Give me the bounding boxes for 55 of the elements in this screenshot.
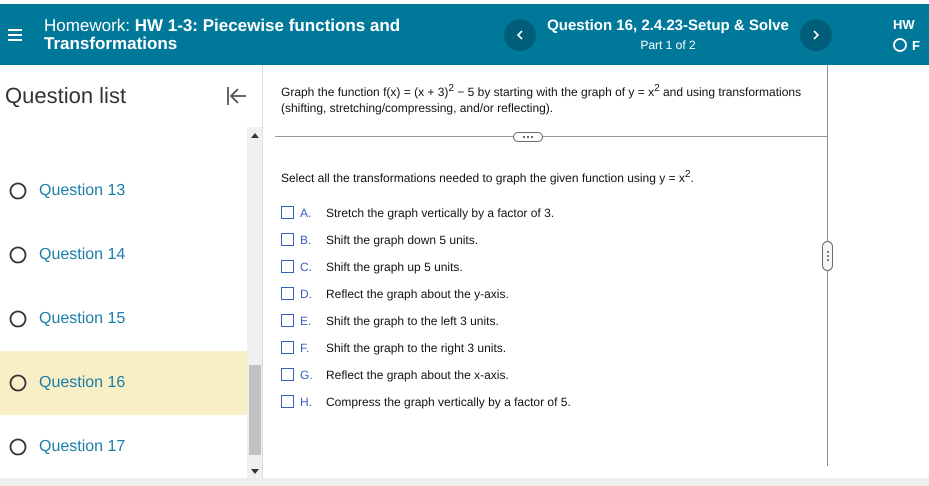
answer-checkbox[interactable]: [281, 395, 294, 408]
question-list-item[interactable]: Question 14: [0, 223, 247, 287]
option-letter: G.: [300, 368, 314, 382]
answer-checkbox[interactable]: [281, 206, 294, 219]
answer-checkbox[interactable]: [281, 341, 294, 354]
instruction-text: Select all the transformations needed to graph the given function using y = x$^{2}$.: [281, 169, 695, 185]
status-label: F: [912, 38, 920, 52]
answer-checkbox[interactable]: [281, 260, 294, 273]
question-list-item[interactable]: Question 13: [0, 159, 247, 223]
option-letter: F.: [300, 340, 310, 354]
radio-circle-icon: [9, 310, 27, 328]
option-text: Reflect the graph about the x-axis.: [326, 368, 509, 382]
question-list-title: Question list: [5, 83, 126, 109]
collapse-panel-icon[interactable]: [226, 86, 248, 106]
option-letter: C.: [300, 260, 313, 274]
question-list-item[interactable]: Question 17: [0, 415, 247, 479]
radio-circle-icon: [9, 374, 27, 392]
expand-button[interactable]: [513, 132, 543, 142]
answer-checkbox[interactable]: [281, 368, 294, 381]
ellipsis-icon: [521, 135, 535, 139]
scrollbar[interactable]: [247, 127, 262, 478]
question-list-item[interactable]: Question 16: [0, 351, 247, 415]
resize-handle[interactable]: [822, 241, 833, 271]
option-text: Shift the graph up 5 units.: [326, 260, 463, 274]
option-letter: A.: [300, 206, 312, 220]
chevron-right-icon: [812, 30, 820, 40]
option-letter: B.: [300, 232, 312, 246]
radio-circle-icon: [9, 438, 27, 456]
vertical-ellipsis-icon: [826, 249, 830, 263]
scroll-down-icon[interactable]: [250, 469, 258, 474]
score-title: HW: [893, 16, 916, 32]
question-list-item[interactable]: Question 15: [0, 287, 247, 351]
option-text: Shift the graph to the right 3 units.: [326, 340, 506, 354]
option-letter: H.: [300, 394, 313, 408]
status-circle-icon: [893, 38, 907, 52]
answer-checkbox[interactable]: [281, 233, 294, 246]
option-text: Reflect the graph about the y-axis.: [326, 286, 509, 300]
homework-title: Homework: HW 1-3: Piecewise functions and Transformations: [44, 16, 402, 52]
part-label: Part 1 of 2: [639, 38, 697, 52]
menu-icon[interactable]: [8, 28, 22, 42]
option-text: Compress the graph vertically by a factor of 5.: [326, 394, 571, 408]
answer-checkbox[interactable]: [281, 287, 294, 300]
option-letter: E.: [300, 314, 312, 328]
option-letter: D.: [300, 286, 313, 300]
question-prompt: Graph the function f(x) = (x + 3)$^{2}$ − 5 by starting with the graph of y = x$^{2}$ and using transformations (shifting, stretching/compressing, and/or reflecting).: [281, 82, 802, 116]
question-title: Question 16, 2.4.23-Setup & Solve: [546, 17, 790, 34]
option-text: Shift the graph down 5 units.: [326, 232, 478, 246]
option-text: Stretch the graph vertically by a factor of 3.: [326, 206, 554, 220]
option-text: Shift the graph to the left 3 units.: [326, 314, 499, 328]
scrollbar-thumb[interactable]: [248, 365, 260, 455]
scroll-up-icon[interactable]: [250, 133, 258, 138]
answer-checkbox[interactable]: [281, 314, 294, 327]
radio-circle-icon: [9, 246, 27, 264]
radio-circle-icon: [9, 182, 27, 200]
chevron-left-icon: [516, 30, 524, 40]
